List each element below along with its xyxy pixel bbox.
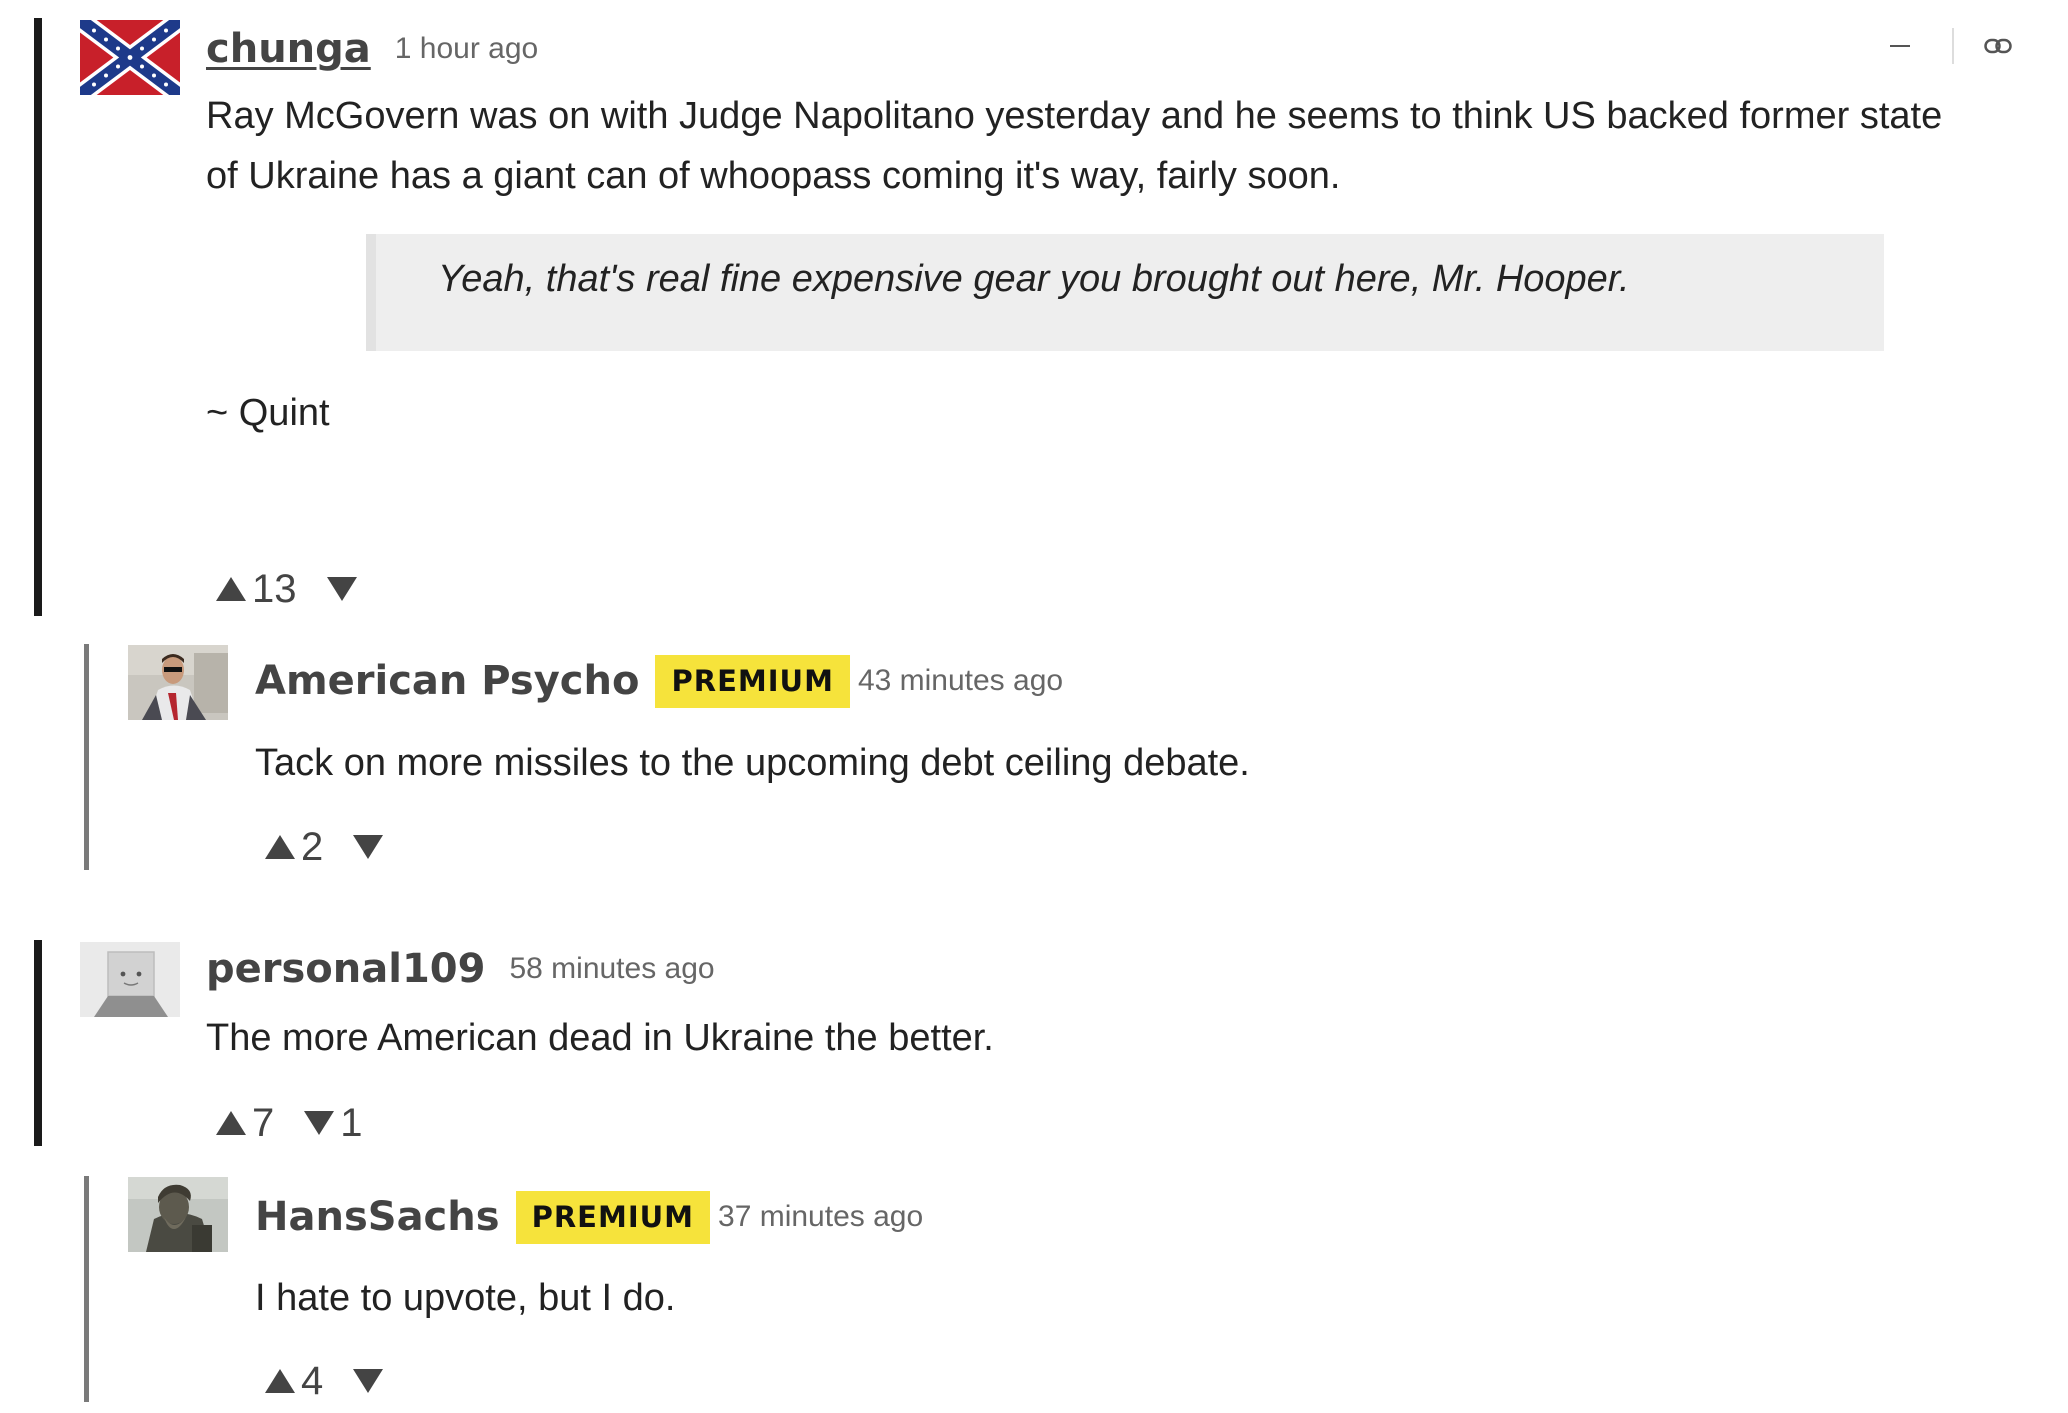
upvote-icon [265,1369,295,1393]
downvote-count: 1 [340,1100,363,1145]
downvote-button[interactable] [353,835,384,859]
username-link[interactable]: personal109 [206,946,485,992]
vote-controls: 4 [265,1356,384,1406]
downvote-icon [353,835,384,859]
comment-body: Ray McGovern was on with Judge Napolitan… [206,86,2066,206]
avatar-personal109[interactable] [80,942,180,1017]
action-divider [1952,28,1954,64]
comment-header: personal109 58 minutes ago [206,938,715,1000]
upvote-icon [216,1111,246,1135]
upvote-icon [216,577,246,601]
comment-body-line: of Ukraine has a giant can of whoopass c… [206,155,1341,197]
username-link[interactable]: American Psycho [255,658,639,704]
upvote-button[interactable]: 7 [216,1101,274,1146]
timestamp[interactable]: 58 minutes ago [509,952,714,986]
upvote-button[interactable]: 4 [265,1359,323,1404]
comment-body: I hate to upvote, but I do. [255,1277,676,1319]
downvote-icon [353,1369,384,1393]
upvote-icon [265,835,295,859]
man-in-suit-photo [128,645,228,720]
upvote-count: 2 [301,824,324,869]
minus-icon[interactable] [1890,37,1910,55]
reply-indicator [84,644,89,870]
upvote-count: 7 [252,1100,275,1145]
upvote-count: 13 [252,566,297,611]
downvote-icon [304,1111,335,1135]
vote-controls: 7 1 [216,1098,363,1148]
comment-signature: ~ Quint [206,392,330,434]
comment-actions [1890,28,2012,64]
comment-body: The more American dead in Ukraine the be… [206,1017,994,1059]
downvote-button[interactable] [353,1369,384,1393]
avatar-chunga[interactable] [80,20,180,95]
premium-badge: PREMIUM [655,654,850,708]
confederate-flag-icon [80,20,180,95]
comment-body-line: Ray McGovern was on with Judge Napolitan… [206,95,1943,137]
downvote-button[interactable]: 1 [304,1100,363,1146]
paper-bag-figure-photo [80,942,180,1017]
downvote-button[interactable] [326,577,357,601]
avatar-hanssachs[interactable] [128,1177,228,1252]
blockquote: Yeah, that's real fine expensive gear yo… [366,234,1884,351]
upvote-button[interactable]: 2 [265,825,323,870]
comment-header: HansSachs PREMIUM 37 minutes ago [255,1186,923,1248]
thread-indicator [34,18,42,616]
comment-header: chunga 1 hour ago [206,18,538,80]
timestamp[interactable]: 37 minutes ago [718,1200,923,1234]
link-icon[interactable] [1984,37,2012,55]
bronze-statue-photo [128,1177,228,1252]
upvote-count: 4 [301,1358,324,1403]
reply-indicator [84,1176,89,1402]
comment-body: Tack on more missiles to the upcoming de… [255,742,1250,784]
username-link[interactable]: chunga [206,26,371,72]
timestamp[interactable]: 43 minutes ago [858,664,1063,698]
upvote-button[interactable]: 13 [216,567,297,612]
comment-header: American Psycho PREMIUM 43 minutes ago [255,650,1063,712]
timestamp[interactable]: 1 hour ago [395,32,538,66]
avatar-american-psycho[interactable] [128,645,228,720]
premium-badge: PREMIUM [515,1190,711,1244]
username-link[interactable]: HansSachs [255,1194,500,1240]
vote-controls: 2 [265,822,384,872]
thread-indicator [34,940,42,1146]
comments-page: chunga 1 hour ago Ray McGovern was on wi… [0,0,2068,1413]
vote-controls: 13 [216,564,357,614]
downvote-icon [326,577,357,601]
quote-text: Yeah, that's real fine expensive gear yo… [438,258,1630,300]
